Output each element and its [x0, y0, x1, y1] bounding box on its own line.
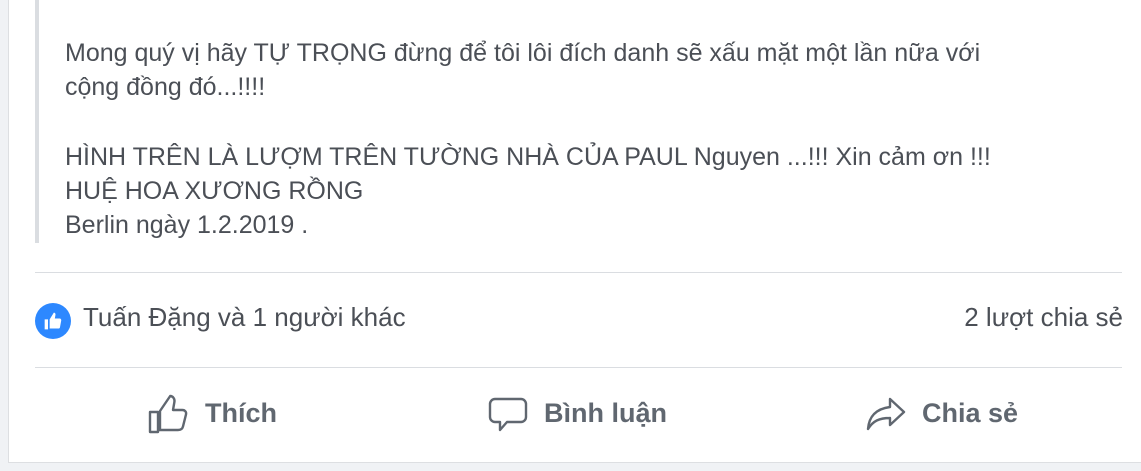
post-line: cộng đồng đó...!!!! — [65, 73, 266, 101]
like-button-label: Thích — [205, 397, 277, 428]
like-button[interactable]: Thích — [147, 390, 277, 436]
like-reaction-icon[interactable] — [35, 303, 71, 339]
post-line: HÌNH TRÊN LÀ LƯỢM TRÊN TƯỜNG NHÀ CỦA PAU… — [65, 143, 991, 171]
thumbs-up-icon — [147, 391, 191, 435]
divider — [35, 272, 1122, 273]
reactors-summary[interactable]: Tuấn Đặng và 1 người khác — [83, 302, 406, 333]
post-paragraph-2: HÌNH TRÊN LÀ LƯỢM TRÊN TƯỜNG NHÀ CỦA PAU… — [65, 140, 991, 242]
share-button[interactable]: Chia sẻ — [864, 390, 1018, 436]
quoted-text-block: Mong quý vị hãy TỰ TRỌNG đừng để tôi lôi… — [35, 0, 1129, 243]
post-paragraph-1: Mong quý vị hãy TỰ TRỌNG đừng để tôi lôi… — [65, 36, 980, 104]
share-arrow-icon — [864, 391, 908, 435]
comment-button[interactable]: Bình luận — [486, 390, 667, 436]
like-icon — [44, 312, 62, 330]
post-line: HUỆ HOA XƯƠNG RỒNG — [65, 177, 364, 205]
share-button-label: Chia sẻ — [922, 397, 1019, 428]
divider — [35, 367, 1122, 368]
post-line: Berlin ngày 1.2.2019 . — [65, 211, 309, 239]
post-line: Mong quý vị hãy TỰ TRỌNG đừng để tôi lôi… — [65, 39, 981, 67]
comment-button-label: Bình luận — [544, 397, 667, 428]
shares-count[interactable]: 2 lượt chia sẻ — [964, 302, 1123, 333]
comment-icon — [486, 391, 530, 435]
post-card: Mong quý vị hãy TỰ TRỌNG đừng để tôi lôi… — [8, 0, 1141, 463]
